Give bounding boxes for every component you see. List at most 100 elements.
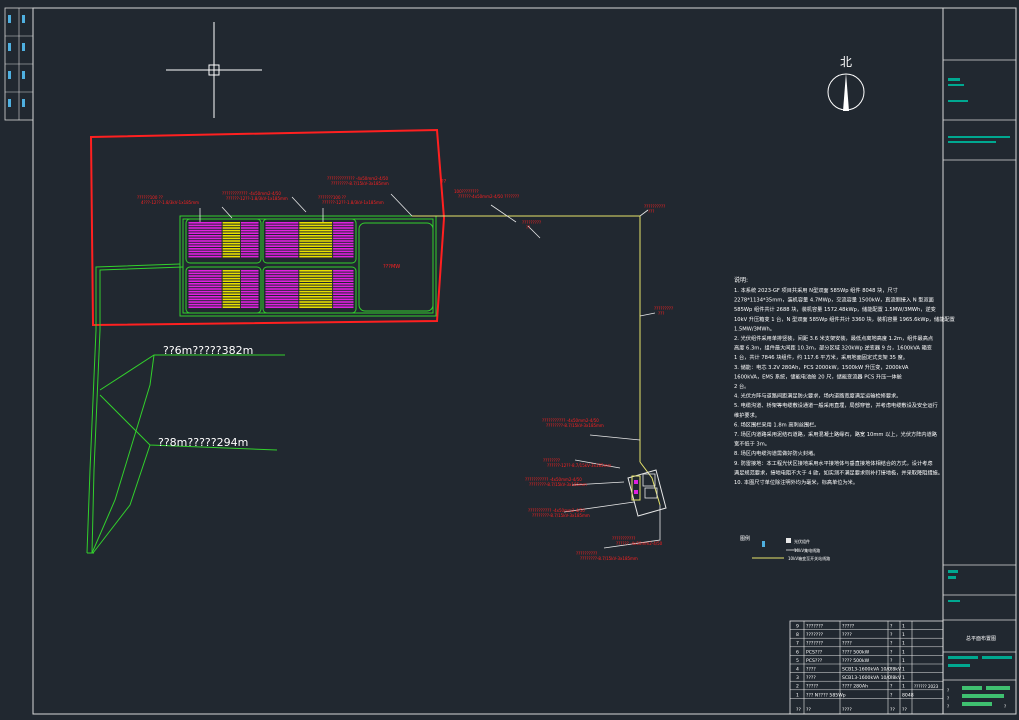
cable-label-line2: ??????-4x50mm2-4/50 ??????? bbox=[458, 194, 519, 199]
table-cell: ???? bbox=[806, 667, 816, 673]
legend-item-feeder: 10kV箱变至开关站线路 bbox=[788, 555, 830, 561]
note-line: 1 台，共计 7846 块组件，约 117.6 平方米，采用地面固定式支架 35… bbox=[734, 353, 908, 361]
cable-label-line2: ????????-8.7/15kV-3x185mm bbox=[331, 181, 389, 186]
table-cell: 7 bbox=[796, 641, 799, 647]
pv-module-row bbox=[265, 288, 299, 290]
pv-module-row bbox=[222, 280, 241, 282]
pv-module-row bbox=[241, 229, 259, 232]
pv-module-row bbox=[265, 224, 299, 227]
pv-module-row bbox=[188, 250, 222, 253]
pv-block[interactable] bbox=[265, 222, 354, 258]
pv-module-row bbox=[188, 222, 222, 224]
pv-module-row bbox=[222, 285, 241, 288]
table-cell: 3 bbox=[796, 675, 799, 681]
table-footer-cell: ?? bbox=[796, 707, 801, 713]
pv-module-row bbox=[241, 250, 259, 253]
pv-module-row bbox=[188, 288, 222, 290]
table-cell: PCS??? bbox=[806, 649, 823, 655]
pv-module-row bbox=[222, 290, 241, 293]
pv-module-row bbox=[241, 288, 259, 290]
note-line: 维护要求。 bbox=[734, 411, 760, 419]
pv-module-row bbox=[333, 240, 354, 242]
pv-module-row bbox=[299, 277, 333, 280]
notes-heading: 说明: bbox=[734, 276, 748, 284]
pv-module-row bbox=[333, 270, 354, 272]
title-mark-1: ? bbox=[947, 696, 949, 701]
pv-module-row bbox=[333, 301, 354, 303]
table-cell: ???? bbox=[806, 675, 816, 681]
pv-module-row bbox=[241, 283, 259, 285]
pv-module-row bbox=[265, 232, 299, 234]
note-line: 1.5MW/3MWh。 bbox=[734, 326, 775, 332]
pv-module-row bbox=[188, 232, 222, 234]
table-cell: ? bbox=[890, 632, 893, 638]
crosshair-cursor-icon bbox=[166, 22, 262, 118]
pv-array-group[interactable] bbox=[188, 222, 354, 308]
legend-item-pv: 光伏组件 bbox=[794, 538, 810, 544]
pv-module-row bbox=[188, 290, 222, 293]
cad-drawing-canvas[interactable]: 北 ???MW ?? ??6m?????382m ??8m?????294m ?… bbox=[0, 0, 1019, 720]
table-cell: ???? 500kW bbox=[842, 658, 870, 664]
pv-module-row bbox=[265, 272, 299, 275]
table-footer-cell: ?? bbox=[890, 707, 895, 713]
pv-module-row bbox=[222, 301, 241, 303]
pv-module-row bbox=[299, 232, 333, 234]
pv-module-row bbox=[265, 237, 299, 240]
title-mark-0: ? bbox=[947, 688, 949, 693]
pv-module-row bbox=[188, 229, 222, 232]
pv-module-row bbox=[241, 222, 259, 224]
pv-module-row bbox=[299, 237, 333, 240]
table-cell: 1 bbox=[902, 658, 905, 664]
pv-module-row bbox=[222, 272, 241, 275]
pv-module-row bbox=[333, 303, 354, 306]
pv-module-row bbox=[299, 285, 333, 288]
legend: 图例 光伏组件 10kV集电线路 10kV箱变至开关站线路 bbox=[740, 535, 830, 561]
table-cell: ??????? bbox=[806, 624, 824, 630]
pv-module-row bbox=[222, 242, 241, 245]
table-cell: 1 bbox=[902, 641, 905, 647]
pv-module-row bbox=[333, 306, 354, 308]
legend-station-swatch-icon bbox=[786, 538, 791, 543]
pv-module-row bbox=[333, 296, 354, 298]
table-cell: ???? bbox=[842, 632, 852, 638]
pv-module-row bbox=[333, 298, 354, 301]
pv-module-row bbox=[188, 242, 222, 245]
pv-module-row bbox=[188, 245, 222, 247]
table-cell: 2 bbox=[796, 684, 799, 690]
legend-pv-swatch-icon bbox=[762, 541, 765, 547]
note-line: 2. 光伏组件采用单排竖装，间距 3.6 米支架安装，最低点离地高度 1.2m，… bbox=[734, 334, 933, 342]
pv-module-row bbox=[299, 283, 333, 285]
table-cell: 1 bbox=[902, 667, 905, 673]
pv-module-row bbox=[299, 240, 333, 242]
corner-mark: ?? bbox=[441, 179, 447, 185]
cable-label-line2: ??????-12??-8.7/15kV-3x185mm bbox=[547, 463, 611, 468]
pv-module-row bbox=[241, 255, 259, 258]
pv-module-row bbox=[299, 248, 333, 250]
pv-module-row bbox=[241, 235, 259, 237]
pv-module-row bbox=[333, 290, 354, 293]
note-line: 宽不低于 3m。 bbox=[734, 440, 770, 448]
pv-module-row bbox=[333, 237, 354, 240]
pv-block[interactable] bbox=[188, 222, 259, 258]
pv-block[interactable] bbox=[188, 270, 259, 308]
table-cell: ??? N???? 585Wp bbox=[806, 692, 846, 698]
note-line: 7. 场区内道路采用泥结石道路，采用混凝土路缘石，路宽 10mm 以上，光伏方阵… bbox=[734, 430, 938, 438]
pv-module-row bbox=[241, 296, 259, 298]
pv-module-row bbox=[299, 227, 333, 229]
pv-module-row bbox=[265, 242, 299, 245]
table-cell: ? bbox=[890, 649, 893, 655]
north-arrow-icon: 北 bbox=[827, 55, 865, 111]
note-line: 5. 电缆沟道、桥架等电缆敷设通道一般采用直埋，局部穿管，并考虑电缆敷设及安全运… bbox=[734, 401, 938, 409]
pv-module-row bbox=[188, 293, 222, 295]
legend-item-collector: 10kV集电线路 bbox=[794, 547, 820, 553]
pv-module-row bbox=[333, 245, 354, 247]
pv-module-row bbox=[188, 272, 222, 275]
cable-label-line2: ?????? -4x50mm2-4/50 bbox=[616, 541, 663, 546]
pv-module-row bbox=[188, 224, 222, 227]
table-cell: 1 bbox=[902, 684, 905, 690]
equipment-table[interactable]: ?????? 2023 9????????????? 18????????????… bbox=[789, 620, 944, 715]
pv-module-row bbox=[241, 232, 259, 234]
cable-label-line2: ????????-8.7/15kV-3x185mm bbox=[580, 556, 638, 561]
pv-block[interactable] bbox=[265, 270, 354, 308]
pv-module-row bbox=[188, 280, 222, 282]
